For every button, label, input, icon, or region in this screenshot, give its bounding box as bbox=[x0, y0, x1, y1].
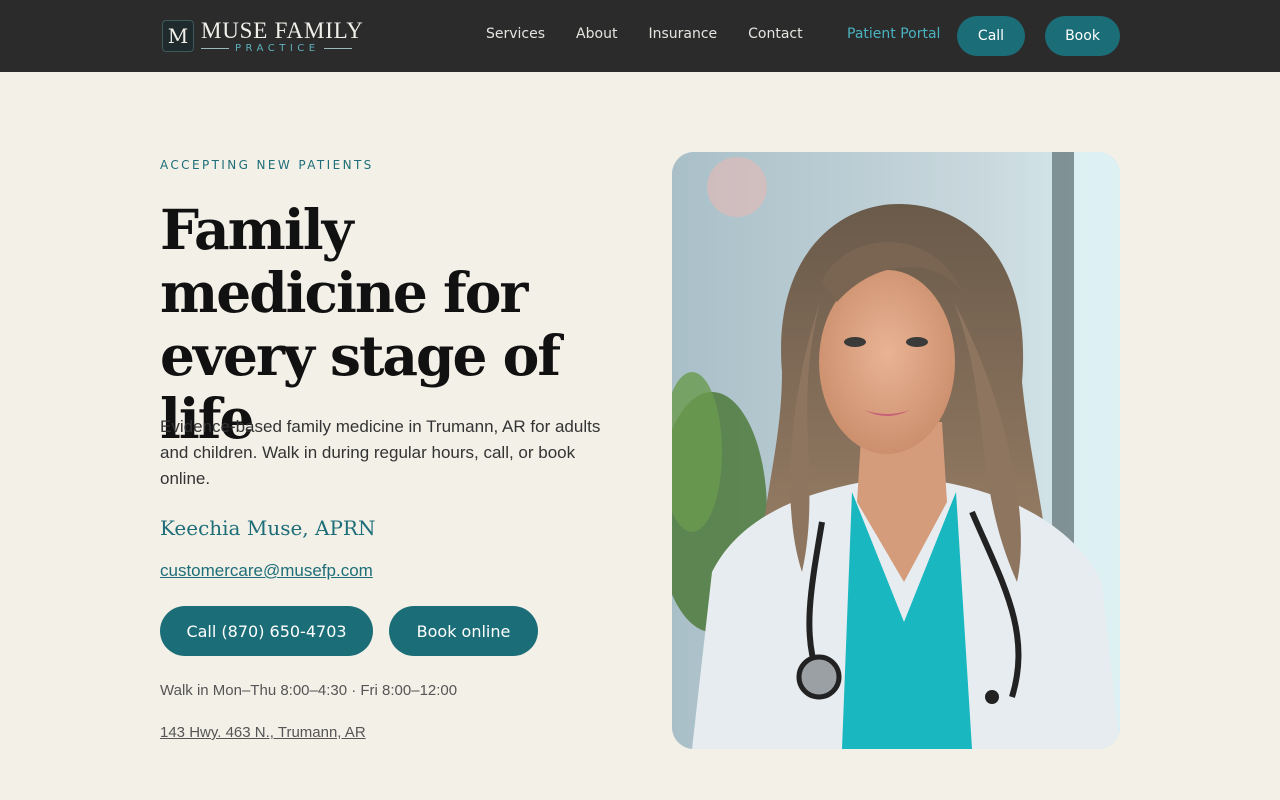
walk-in-hours: Walk in Mon–Thu 8:00–4:30 · Fri 8:00–12:… bbox=[160, 682, 458, 699]
site-header: M MUSE FAMILY PRACTICE Services About In… bbox=[0, 0, 1280, 72]
portrait-illustration bbox=[672, 152, 1120, 749]
book-online-button[interactable]: Book online bbox=[389, 606, 538, 656]
call-phone-button[interactable]: Call (870) 650-4703 bbox=[160, 606, 373, 656]
patient-portal-link[interactable]: Patient Portal bbox=[847, 26, 940, 42]
nav-contact[interactable]: Contact bbox=[748, 26, 802, 42]
address-link[interactable]: 143 Hwy. 463 N., Trumann, AR bbox=[160, 724, 366, 741]
logo-text: MUSE FAMILY PRACTICE bbox=[201, 19, 364, 54]
nav-insurance[interactable]: Insurance bbox=[648, 26, 717, 42]
nav-services[interactable]: Services bbox=[486, 26, 545, 42]
logo-subtitle: PRACTICE bbox=[235, 42, 320, 54]
hero-headline: Family medicine for every stage of life bbox=[160, 197, 561, 451]
main-nav: Services About Insurance Contact bbox=[486, 26, 834, 42]
eyebrow-label: ACCEPTING NEW PATIENTS bbox=[160, 158, 374, 172]
nav-about[interactable]: About bbox=[576, 26, 617, 42]
logo[interactable]: M MUSE FAMILY PRACTICE bbox=[162, 18, 364, 54]
header-call-button[interactable]: Call bbox=[957, 16, 1025, 56]
email-link[interactable]: customercare@musefp.com bbox=[160, 561, 373, 581]
provider-name: Keechia Muse, APRN bbox=[160, 516, 376, 540]
provider-portrait bbox=[672, 152, 1120, 749]
logo-mark: M bbox=[162, 20, 194, 52]
header-book-button[interactable]: Book bbox=[1045, 16, 1120, 56]
logo-rule-left bbox=[201, 48, 229, 49]
logo-rule-right bbox=[323, 48, 352, 49]
logo-title: MUSE FAMILY bbox=[201, 17, 364, 43]
logo-subtitle-row: PRACTICE bbox=[201, 42, 364, 54]
hero-description: Evidence-based family medicine in Truman… bbox=[160, 417, 601, 488]
